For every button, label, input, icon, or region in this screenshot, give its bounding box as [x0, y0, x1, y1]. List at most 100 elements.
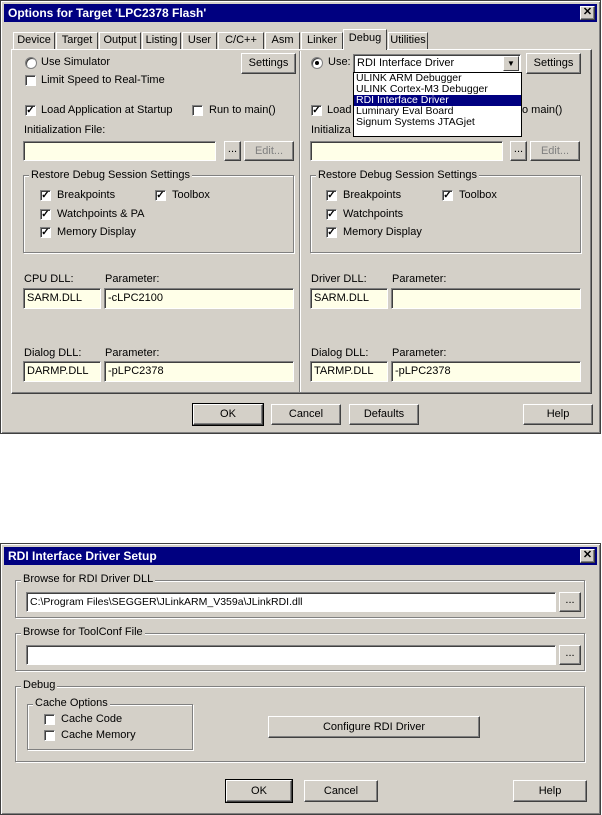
toolbox-checkbox-right[interactable]: ✓: [442, 190, 453, 201]
tab-label: Asm: [271, 34, 294, 46]
tab-label: Linker: [307, 34, 337, 46]
browse-dll-label: Browse for RDI Driver DLL: [21, 573, 156, 585]
driver-parameter-field[interactable]: [391, 288, 581, 309]
button-label: ...: [565, 647, 575, 659]
watchpoints-label: Watchpoints & PA: [57, 208, 145, 220]
defaults-button[interactable]: Defaults: [349, 404, 419, 425]
init-file-input-right[interactable]: [310, 141, 503, 161]
driver-dll-label: Driver DLL:: [311, 273, 367, 285]
tab-device[interactable]: Device: [13, 32, 55, 49]
tab-label: Listing: [145, 34, 178, 46]
panel-divider: [299, 51, 301, 392]
load-app-checkbox-right[interactable]: ✓: [311, 105, 322, 116]
tab-label: Device: [17, 34, 51, 46]
memory-display-checkbox[interactable]: ✓: [40, 227, 51, 238]
help-button[interactable]: Help: [523, 404, 593, 425]
cache-options-label: Cache Options: [33, 697, 110, 709]
dialog-parameter-field-right[interactable]: -pLPC2378: [391, 361, 581, 382]
restore-session-label-right: Restore Debug Session Settings: [316, 169, 479, 181]
toolconf-label: Browse for ToolConf File: [21, 626, 145, 638]
button-label: ...: [227, 143, 238, 155]
close-button[interactable]: ✕: [580, 6, 595, 20]
dll-path-input[interactable]: C:\Program Files\SEGGER\JLinkARM_V359a\J…: [26, 592, 556, 612]
tab-label: Target: [61, 34, 93, 46]
driver-dropdown-list: ULINK ARM Debugger ULINK Cortex-M3 Debug…: [353, 72, 522, 137]
tab-target[interactable]: Target: [56, 32, 98, 49]
driver-settings-button[interactable]: Settings: [526, 53, 581, 74]
toolconf-browse-button[interactable]: ...: [559, 645, 581, 665]
cache-memory-checkbox[interactable]: [44, 730, 55, 741]
options-dialog-title: Options for Target 'LPC2378 Flash': [8, 6, 207, 20]
dialog-dll-field-right[interactable]: TARMP.DLL: [310, 361, 388, 382]
memory-display-checkbox-right[interactable]: ✓: [326, 227, 337, 238]
load-app-checkbox[interactable]: ✓: [25, 105, 36, 116]
tab-output[interactable]: Output: [99, 32, 141, 49]
watchpoints-checkbox-right[interactable]: ✓: [326, 209, 337, 220]
tab-linker[interactable]: Linker: [301, 32, 343, 49]
button-label: ...: [513, 143, 524, 155]
init-file-browse-button[interactable]: ...: [224, 141, 241, 161]
tab-asm[interactable]: Asm: [265, 32, 300, 49]
load-app-label: Load Application at Startup: [41, 104, 173, 116]
breakpoints-label-right: Breakpoints: [343, 189, 402, 201]
rdi-setup-dialog: RDI Interface Driver Setup ✕ Browse for …: [0, 543, 601, 815]
help-button[interactable]: Help: [513, 780, 587, 802]
tab-label: C/C++: [225, 34, 257, 46]
tab-label: Utilities: [390, 34, 426, 46]
button-label: Settings: [248, 57, 289, 69]
ok-button[interactable]: OK: [192, 403, 264, 426]
simulator-settings-button[interactable]: Settings: [241, 53, 296, 74]
driver-parameter-label: Parameter:: [392, 273, 447, 285]
breakpoints-checkbox[interactable]: ✓: [40, 190, 51, 201]
dialog-parameter-field[interactable]: -pLPC2378: [104, 361, 294, 382]
button-label: Settings: [533, 57, 574, 69]
watchpoints-checkbox[interactable]: ✓: [40, 209, 51, 220]
dll-browse-button[interactable]: ...: [559, 592, 581, 612]
driver-dll-field[interactable]: SARM.DLL: [310, 288, 388, 309]
button-label: Edit...: [540, 145, 570, 157]
tab-utilities[interactable]: Utilities: [388, 32, 428, 49]
dialog-dll-label-right: Dialog DLL:: [311, 347, 369, 359]
driver-select-dropdown-button[interactable]: ▼: [503, 56, 519, 71]
breakpoints-checkbox-right[interactable]: ✓: [326, 190, 337, 201]
cpu-dll-field[interactable]: SARM.DLL: [23, 288, 101, 309]
ok-button[interactable]: OK: [225, 779, 293, 803]
button-label: OK: [251, 785, 267, 797]
cancel-button[interactable]: Cancel: [271, 404, 341, 425]
init-file-browse-button-right[interactable]: ...: [510, 141, 527, 161]
cpu-parameter-field[interactable]: -cLPC2100: [104, 288, 294, 309]
load-app-label-right: Load: [327, 104, 352, 116]
rdi-setup-titlebar: RDI Interface Driver Setup: [4, 547, 597, 565]
button-label: ...: [565, 594, 575, 606]
driver-option[interactable]: Signum Systems JTAGjet: [354, 117, 521, 128]
tab-listing[interactable]: Listing: [142, 32, 181, 49]
use-simulator-radio[interactable]: [25, 57, 37, 69]
configure-rdi-button[interactable]: Configure RDI Driver: [268, 716, 480, 738]
use-driver-label: Use:: [328, 56, 351, 68]
run-to-main-checkbox[interactable]: [192, 105, 203, 116]
button-label: Help: [538, 785, 562, 797]
dialog-dll-field[interactable]: DARMP.DLL: [23, 361, 101, 382]
tab-debug[interactable]: Debug: [343, 29, 387, 50]
button-label: Help: [546, 408, 570, 420]
tab-c-cpp[interactable]: C/C++: [218, 32, 264, 49]
cache-options-group: [27, 704, 193, 750]
limit-speed-checkbox[interactable]: [25, 75, 36, 86]
button-label: Cancel: [323, 785, 359, 797]
cache-code-checkbox[interactable]: [44, 714, 55, 725]
init-file-input[interactable]: [23, 141, 216, 161]
dialog-dll-label: Dialog DLL:: [24, 347, 82, 359]
cancel-button[interactable]: Cancel: [304, 780, 378, 802]
init-file-edit-button[interactable]: Edit...: [244, 141, 294, 161]
breakpoints-label: Breakpoints: [57, 189, 116, 201]
toolconf-path-input[interactable]: [26, 645, 556, 665]
tab-user[interactable]: User: [182, 32, 217, 49]
restore-session-label: Restore Debug Session Settings: [29, 169, 192, 181]
run-to-main-label: Run to main(): [209, 104, 276, 116]
toolbox-checkbox[interactable]: ✓: [155, 190, 166, 201]
toolbox-label-right: Toolbox: [459, 189, 497, 201]
init-file-edit-button-right[interactable]: Edit...: [530, 141, 580, 161]
driver-select[interactable]: RDI Interface Driver: [353, 54, 521, 73]
use-driver-radio[interactable]: [311, 57, 323, 69]
close-button[interactable]: ✕: [580, 549, 595, 563]
